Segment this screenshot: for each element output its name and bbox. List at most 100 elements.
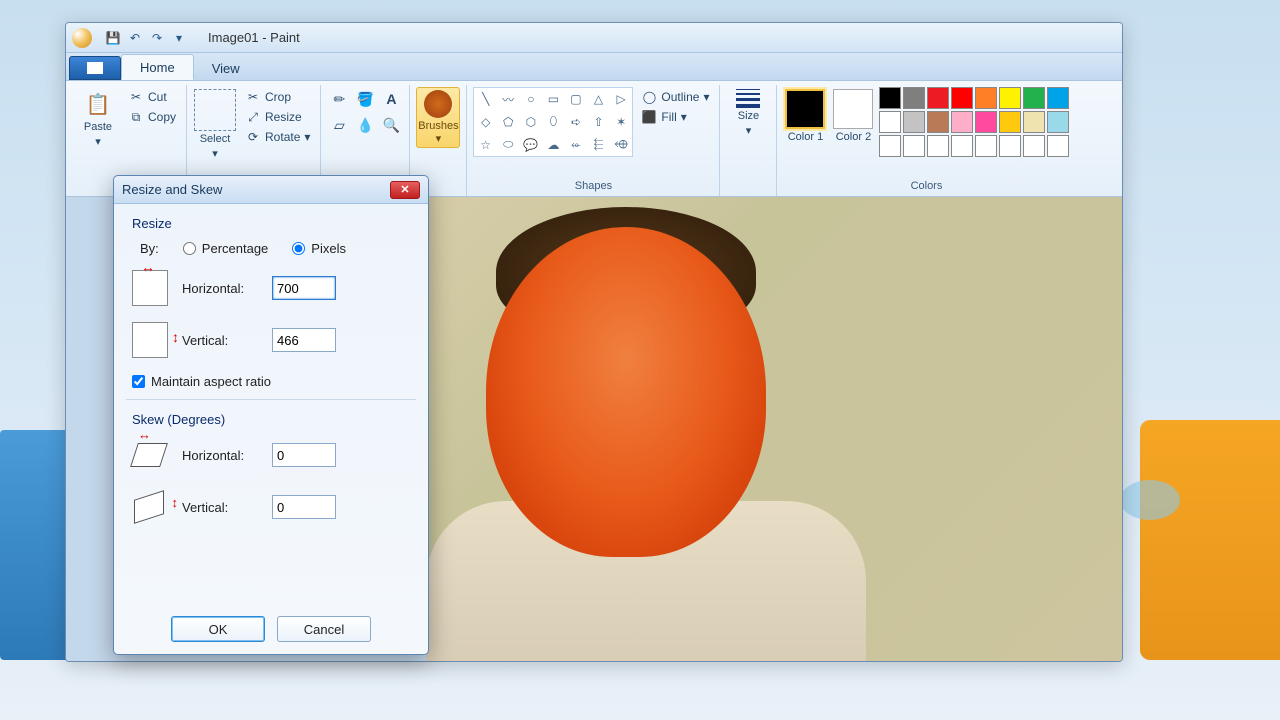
crop-button[interactable]: ✂Crop [241,87,314,107]
shape-option[interactable]: ╲ [474,88,497,111]
cancel-button[interactable]: Cancel [277,616,371,642]
color-swatch[interactable] [951,135,973,157]
fill-icon: ⬛ [641,109,657,125]
shape-option[interactable]: ⬱ [587,133,610,156]
app-icon [72,28,92,48]
shape-option[interactable]: ⬯ [542,111,565,134]
color2-well [833,89,873,129]
tab-home[interactable]: Home [121,54,194,80]
picker-tool[interactable]: 💧 [353,113,377,137]
color-swatch[interactable] [999,135,1021,157]
paste-button[interactable]: 📋 Paste▾ [76,87,120,150]
outline-icon: ◯ [641,89,657,105]
select-button[interactable]: Select▾ [193,87,237,162]
shape-option[interactable]: ✶ [610,111,633,134]
color-swatch[interactable] [999,87,1021,109]
shape-option[interactable]: ➪ [565,111,588,134]
color1-well [785,89,825,129]
ribbon-tabstrip: Home View [66,53,1122,81]
cut-button[interactable]: ✂Cut [124,87,180,107]
shape-outline-button[interactable]: ◯Outline ▾ [637,87,713,107]
size-button[interactable]: Size▾ [726,87,770,139]
shape-option[interactable]: ◇ [474,111,497,134]
colors-group-label: Colors [783,180,1069,194]
color-swatch[interactable] [975,87,997,109]
color-swatch[interactable] [927,135,949,157]
resize-horizontal-icon [132,270,168,306]
shape-option[interactable]: △ [587,88,610,111]
brushes-button[interactable]: Brushes▾ [416,87,460,148]
shape-option[interactable]: ⬭ [497,133,520,156]
color-swatch[interactable] [879,135,901,157]
color-swatch[interactable] [903,87,925,109]
dialog-titlebar[interactable]: Resize and Skew ✕ [114,176,428,204]
rotate-button[interactable]: ⟳Rotate ▾ [241,127,314,147]
titlebar[interactable]: 💾 ↶ ↷ ▾ Image01 - Paint [66,23,1122,53]
shape-option[interactable]: ☆ [474,133,497,156]
shape-option[interactable]: ☁ [542,133,565,156]
shape-option[interactable]: ⇧ [587,111,610,134]
color-swatch[interactable] [951,87,973,109]
file-menu-button[interactable] [69,56,121,80]
shape-option[interactable]: 💬 [520,133,543,156]
color-swatch[interactable] [975,135,997,157]
resize-icon: ⤢ [245,109,261,125]
qat-undo-button[interactable]: ↶ [127,30,143,46]
color-swatch[interactable] [903,135,925,157]
color-swatch[interactable] [999,111,1021,133]
tab-view[interactable]: View [194,56,258,80]
canvas-image [426,197,1122,661]
radio-pixels[interactable]: Pixels [292,241,346,256]
color-swatch[interactable] [927,111,949,133]
color-swatch[interactable] [903,111,925,133]
color-palette[interactable] [879,87,1069,157]
color-swatch[interactable] [879,87,901,109]
color-swatch[interactable] [975,111,997,133]
shape-fill-button[interactable]: ⬛Fill ▾ [637,107,713,127]
shape-option[interactable]: ⬲ [610,133,633,156]
shape-option[interactable]: ⬰ [565,133,588,156]
shapes-group-label: Shapes [473,180,713,194]
shape-option[interactable]: ⬠ [497,111,520,134]
resize-button[interactable]: ⤢Resize [241,107,314,127]
color-swatch[interactable] [1023,111,1045,133]
shape-option[interactable]: 〰 [497,88,520,111]
shape-option[interactable]: ▷ [610,88,633,111]
color1-button[interactable]: Color 1 [783,87,827,145]
color-swatch[interactable] [1023,135,1045,157]
color2-button[interactable]: Color 2 [831,87,875,145]
shapes-gallery[interactable]: ╲〰○▭▢△▷ ◇⬠⬡⬯➪⇧✶ ☆⬭💬☁⬰⬱⬲ [473,87,633,157]
fill-tool[interactable]: 🪣 [353,87,377,111]
select-icon [194,89,236,131]
pencil-tool[interactable]: ✏ [327,87,351,111]
qat-redo-button[interactable]: ↷ [149,30,165,46]
eraser-tool[interactable]: ▱ [327,113,351,137]
skew-vertical-icon [132,489,168,525]
skew-vertical-input[interactable] [272,495,336,519]
shape-option[interactable]: ○ [520,88,543,111]
shape-option[interactable]: ▭ [542,88,565,111]
color-swatch[interactable] [1047,111,1069,133]
color-swatch[interactable] [951,111,973,133]
radio-percentage[interactable]: Percentage [183,241,269,256]
resize-horizontal-input[interactable] [272,276,336,300]
resize-skew-dialog: Resize and Skew ✕ Resize By: Percentage … [113,175,429,655]
skew-horizontal-input[interactable] [272,443,336,467]
aspect-ratio-checkbox[interactable] [132,375,145,388]
shape-option[interactable]: ▢ [565,88,588,111]
copy-button[interactable]: ⧉Copy [124,107,180,127]
color-swatch[interactable] [1047,87,1069,109]
text-tool[interactable]: A [379,87,403,111]
qat-save-button[interactable]: 💾 [105,30,121,46]
color-swatch[interactable] [927,87,949,109]
qat-customize-button[interactable]: ▾ [171,30,187,46]
color-swatch[interactable] [1047,135,1069,157]
resize-vertical-input[interactable] [272,328,336,352]
size-lines-icon [736,89,760,108]
shape-option[interactable]: ⬡ [520,111,543,134]
color-swatch[interactable] [1023,87,1045,109]
magnifier-tool[interactable]: 🔍 [379,113,403,137]
color-swatch[interactable] [879,111,901,133]
ok-button[interactable]: OK [171,616,265,642]
dialog-close-button[interactable]: ✕ [390,181,420,199]
